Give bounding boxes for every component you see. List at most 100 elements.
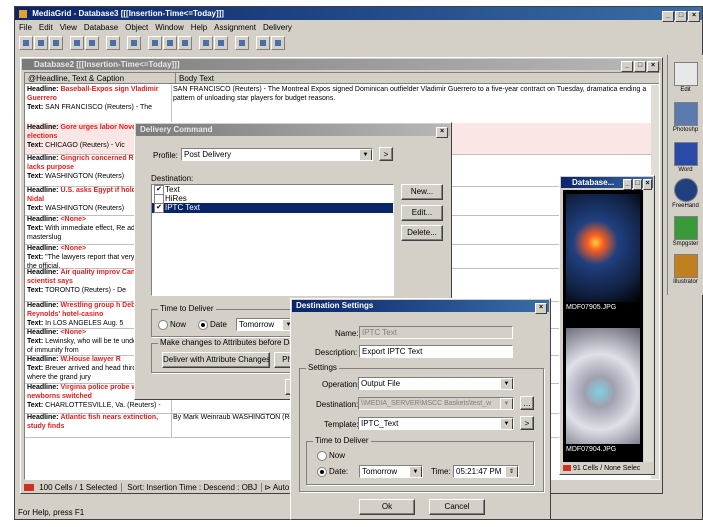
thumbnail-item[interactable]: MDF07905.JPG [566,194,640,316]
menu-help[interactable]: Help [191,23,207,32]
maximize-button[interactable]: □ [675,11,687,22]
column-header-body[interactable]: Body Text [175,73,214,84]
close-button[interactable]: × [647,61,659,72]
menu-delivery[interactable]: Delivery [263,23,292,32]
gallery-scrollbar[interactable] [644,190,653,462]
dest-date-radio[interactable]: Date: [317,467,348,477]
ok-button[interactable]: Ok [359,499,415,515]
photoshop-icon [673,102,698,126]
word-icon [673,142,698,166]
profile-select[interactable]: Post Delivery ▼ [181,148,373,161]
dest-time-to-deliver-group: Time to Deliver Now Date: Tomorrow ▼ Time… [306,436,534,485]
toolbar-button[interactable] [106,36,120,50]
table-row[interactable]: Headline: Baseball-Expos sign Vladimir G… [25,85,653,124]
menu-bar: File Edit View Database Object Window Help Assi… [19,22,299,33]
dock-illustrator[interactable]: Illustrator [670,251,701,297]
destination-item-text[interactable]: ✔ Text [152,185,393,195]
toolbar-button[interactable] [34,36,48,50]
grid-icon[interactable] [178,36,192,50]
minimize-button[interactable]: _ [621,61,633,72]
gallery-title: Database... [572,178,615,187]
text-label: Text: [27,205,44,212]
app-dock: Edit Photoshp Word FreeHand Smpgster Ill… [667,55,703,295]
description-label: Description: [315,348,358,357]
menu-window[interactable]: Window [155,23,183,32]
menu-edit[interactable]: Edit [39,23,53,32]
chevron-down-icon: ▼ [500,418,513,429]
text-value: TORONTO (Reuters) - De [45,287,127,294]
headline-label: Headline: [27,414,59,421]
menu-assignment[interactable]: Assignment [214,23,256,32]
maximize-button[interactable]: □ [633,179,642,190]
deliver-with-attribute-changes-button[interactable]: Deliver with Attribute Changes [162,352,270,368]
toolbar [19,36,699,52]
now-radio[interactable]: Now [158,320,186,330]
date-select[interactable]: Tomorrow ▼ [236,318,296,331]
smpgster-icon [673,216,698,240]
operation-select[interactable]: Output File ▼ [358,377,514,390]
binoculars-icon[interactable] [127,36,141,50]
minimize-button[interactable]: _ [662,11,674,22]
illustrator-icon [673,254,698,278]
menu-object[interactable]: Object [125,23,148,32]
name-label: Name: [335,329,359,338]
checkbox[interactable]: ✔ [154,203,164,213]
delete-button[interactable]: Delete... [401,225,443,241]
text-value: CHICAGO (Reuters) - Vic [45,142,125,149]
toolbar-button[interactable] [85,36,99,50]
toolbar-button[interactable] [214,36,228,50]
template-more-button[interactable]: > [520,416,534,430]
headline-label: Headline: [27,384,59,391]
toolbar-button[interactable] [199,36,213,50]
time-label: Time: [431,467,451,476]
destination-item-hires[interactable]: HiRes [152,194,393,204]
toolbar-button[interactable] [148,36,162,50]
cancel-button[interactable]: Cancel [429,499,485,515]
menu-view[interactable]: View [60,23,77,32]
thumbnail-item[interactable]: MDF07904.JPG [566,328,640,458]
minimize-button[interactable]: _ [623,179,632,190]
thumbnail-caption: MDF07905.JPG [566,304,617,311]
close-button[interactable]: × [688,11,700,22]
context-help-icon[interactable] [271,36,285,50]
edit-icon [673,62,698,86]
close-button[interactable]: × [535,303,547,314]
column-header-headline[interactable]: @Headline, Text & Caption [28,73,124,84]
dest-now-radio[interactable]: Now [317,451,345,461]
status-text: For Help, press F1 [18,508,85,517]
toolbar-button[interactable] [70,36,84,50]
toolbar-button[interactable] [163,36,177,50]
profile-more-button[interactable]: > [379,147,393,161]
close-button[interactable]: × [643,179,652,190]
name-field[interactable]: IPTC Text [359,326,513,339]
text-label: Text: [27,365,44,372]
satellite-image [566,194,640,302]
description-field[interactable]: Export IPTC Text [359,345,513,358]
edit-button[interactable]: Edit... [401,205,443,221]
destination-path-field[interactable]: \\MEDIA_SERVER\MSCC Baskets\test_w ▼ [358,397,514,410]
text-label: Text: [27,142,44,149]
time-spinner[interactable]: 05:21:47 PM ⇕ [453,465,519,478]
toolbar-button[interactable] [49,36,63,50]
menu-file[interactable]: File [19,23,32,32]
dest-date-select[interactable]: Tomorrow ▼ [359,465,423,478]
browse-button[interactable]: … [520,396,534,410]
database-icon [24,484,34,492]
body-text-cell: SAN FRANCISCO (Reuters) - The Montreal E… [173,86,647,102]
date-radio[interactable]: Date [198,320,227,330]
toolbar-button[interactable] [19,36,33,50]
satellite-image [566,328,640,444]
sort-icon[interactable] [235,36,249,50]
destination-item-iptc[interactable]: ✔ IPTC Text [152,203,393,213]
headline-label: Headline: [27,269,59,276]
chevron-down-icon: ▼ [409,466,422,477]
help-icon[interactable] [256,36,270,50]
new-button[interactable]: New... [401,184,443,200]
text-value: SAN FRANCISCO (Reuters) - The [45,104,153,111]
time-to-deliver-group: Time to Deliver Now Date Tomorrow ▼ [151,304,299,337]
menu-database[interactable]: Database [84,23,118,32]
headline-value: W.House lawyer R [60,356,121,363]
template-select[interactable]: IPTC_Text ▼ [358,417,514,430]
close-button[interactable]: × [436,127,448,138]
maximize-button[interactable]: □ [634,61,646,72]
